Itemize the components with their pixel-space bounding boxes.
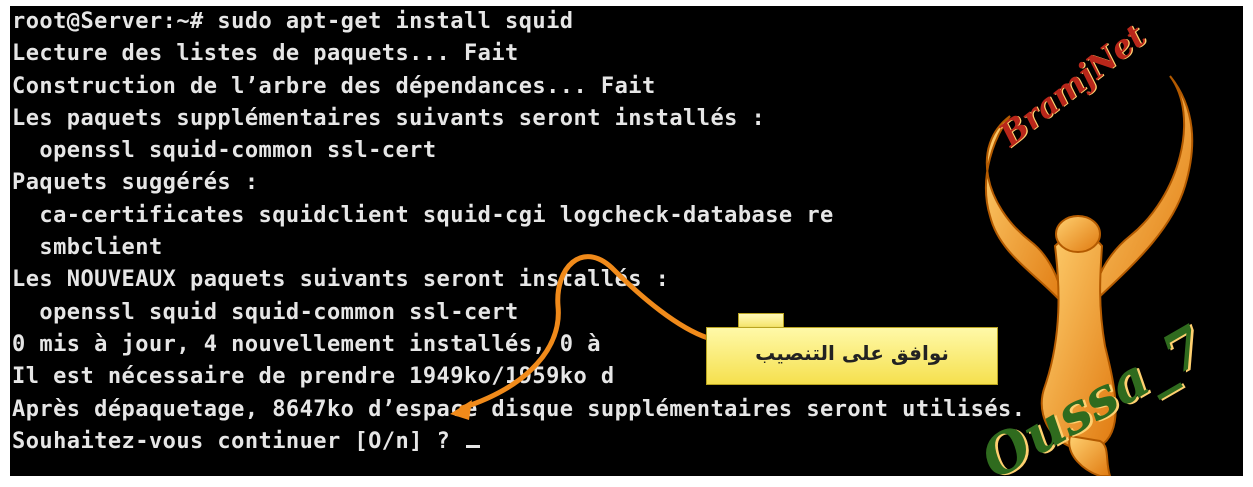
terminal-line: Lecture des listes de paquets... Fait (12, 41, 519, 67)
text-cursor (465, 444, 480, 448)
prompt-text: Souhaitez-vous continuer [O/n] ? (12, 428, 464, 454)
terminal-output: root@Server:~# sudo apt-get install squi… (12, 6, 1025, 458)
terminal-prompt-line[interactable]: Souhaitez-vous continuer [O/n] ? (12, 426, 1025, 458)
terminal-line: Les paquets supplémentaires suivants ser… (12, 105, 766, 131)
terminal-line: ca-certificates squidclient squid-cgi lo… (12, 202, 834, 228)
callout-text: نوافق على التنصيب (755, 341, 949, 365)
terminal-line: openssl squid squid-common ssl-cert (12, 299, 519, 325)
terminal-line: root@Server:~# sudo apt-get install squi… (12, 9, 574, 34)
screenshot-frame: root@Server:~# sudo apt-get install squi… (0, 0, 1253, 487)
terminal-line: Après dépaquetage, 8647ko d’espace disqu… (12, 396, 1026, 422)
terminal-line: Paquets suggérés : (12, 170, 259, 196)
terminal-line: smbclient (12, 235, 163, 261)
terminal-line: Les NOUVEAUX paquets suivants seront ins… (12, 267, 670, 293)
terminal-window[interactable]: root@Server:~# sudo apt-get install squi… (10, 6, 1243, 476)
terminal-line: openssl squid-common ssl-cert (12, 138, 437, 164)
callout-note: نوافق على التنصيب (706, 327, 998, 385)
terminal-line: Construction de l’arbre des dépendances.… (12, 73, 656, 99)
